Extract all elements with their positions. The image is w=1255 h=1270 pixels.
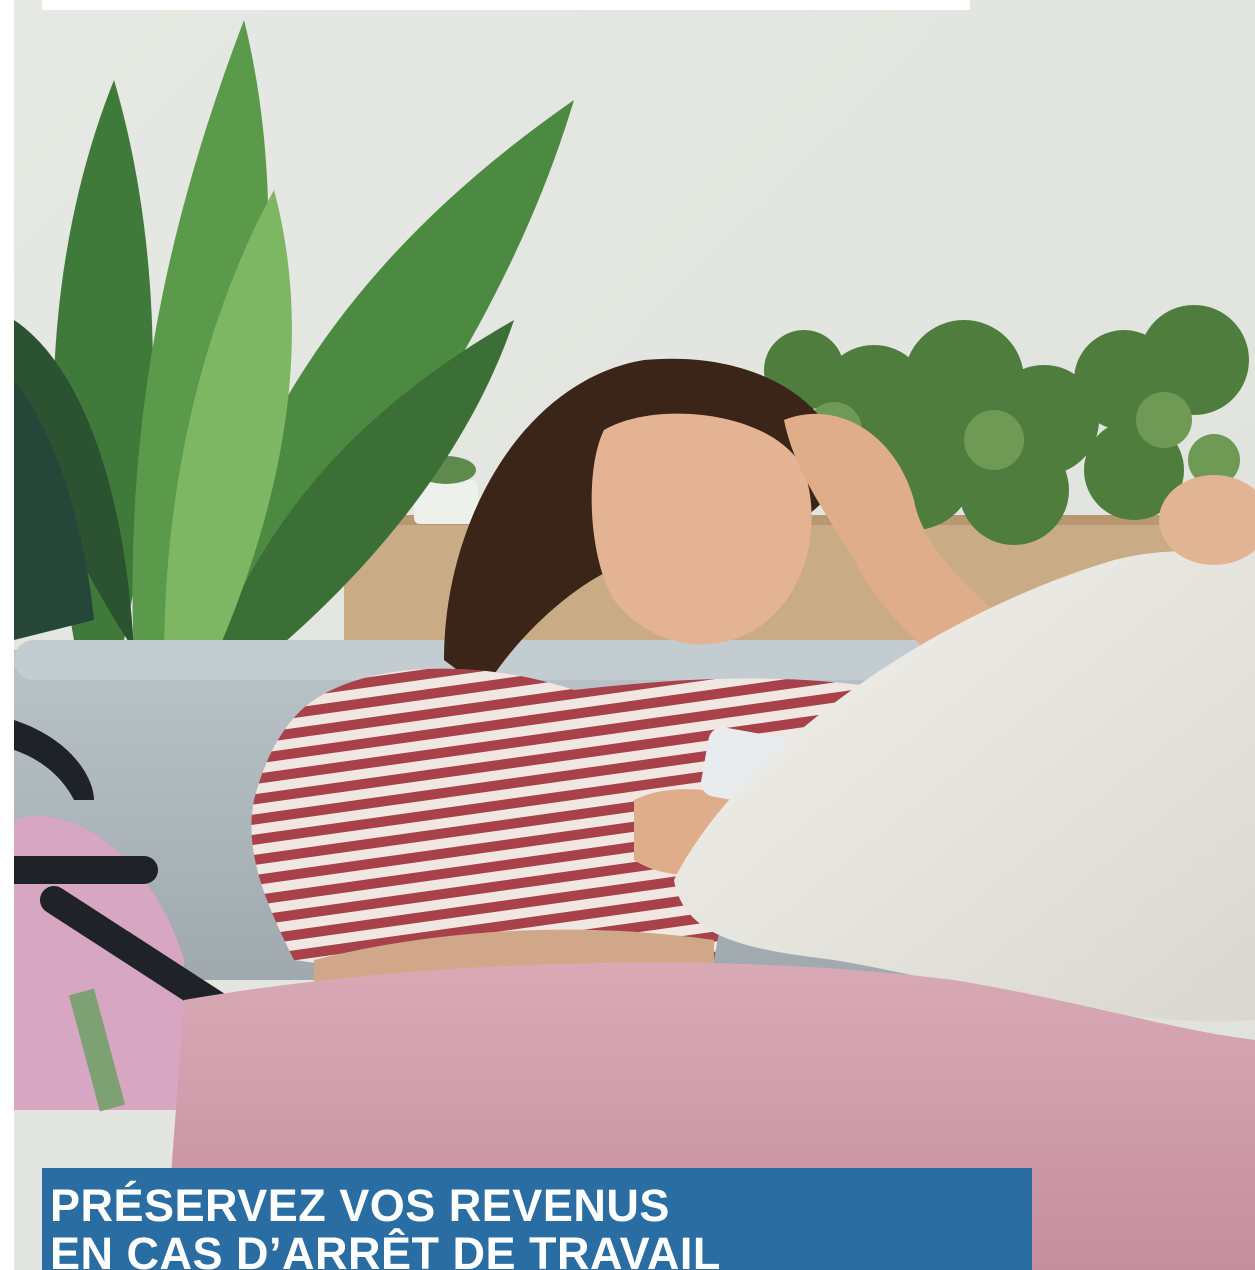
headline-line-1: PRÉSERVEZ VOS REVENUS	[50, 1180, 670, 1231]
headline: PRÉSERVEZ VOS REVENUS EN CAS D’ARRÊT DE …	[50, 1182, 721, 1270]
hero-photo	[14, 0, 1255, 1270]
headline-line-2: EN CAS D’ARRÊT DE TRAVAIL	[50, 1228, 721, 1270]
advert-page: PRÉSERVEZ VOS REVENUS EN CAS D’ARRÊT DE …	[0, 0, 1255, 1270]
top-white-strip	[42, 0, 970, 10]
hero-photo-illustration	[14, 0, 1255, 1270]
headline-banner: PRÉSERVEZ VOS REVENUS EN CAS D’ARRÊT DE …	[42, 1168, 1032, 1270]
